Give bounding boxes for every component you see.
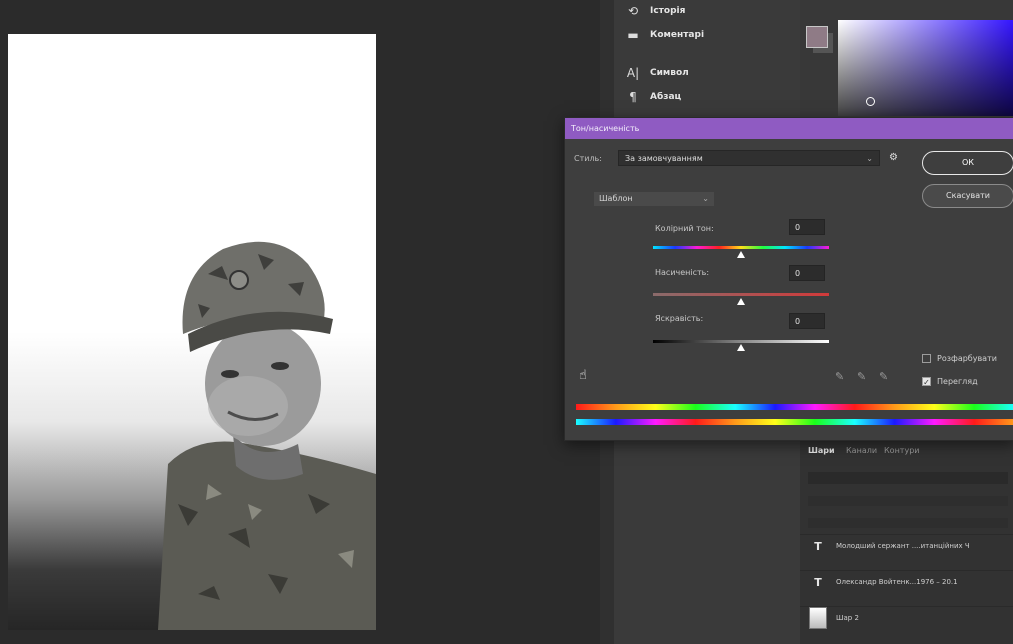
dialog-title[interactable]: Тон/насиченість xyxy=(565,118,1013,139)
layer-row[interactable]: T Молодший сержант ....итанційних Ч xyxy=(800,534,1013,557)
saturation-slider-thumb[interactable] xyxy=(737,298,745,305)
tab-channels[interactable]: Канали xyxy=(846,446,877,455)
preset-label: Стиль: xyxy=(574,154,602,163)
hue-label: Колірний тон: xyxy=(655,224,714,233)
channel-value: Шаблон xyxy=(599,194,633,203)
lightness-slider-track[interactable] xyxy=(653,340,829,343)
gear-icon[interactable]: ⚙ xyxy=(889,152,898,163)
layer-row[interactable]: T Олександр Войтенк...1976 – 20.1 xyxy=(800,570,1013,593)
color-picker-ring[interactable] xyxy=(866,97,875,106)
hue-value-input[interactable]: 0 xyxy=(789,219,825,235)
saturation-label: Насиченість: xyxy=(655,268,710,277)
layer-thumbnail xyxy=(800,607,836,629)
panel-item-paragraph[interactable]: ¶ Абзац xyxy=(626,90,681,104)
output-color-ramp xyxy=(576,419,1013,425)
panel-item-comments[interactable]: ▬ Коментарі xyxy=(626,28,704,42)
document-canvas[interactable] xyxy=(8,34,376,630)
saturation-slider-track[interactable] xyxy=(653,293,829,296)
eyedropper-icon[interactable]: ✎ xyxy=(835,370,844,383)
portrait-photo xyxy=(158,241,376,630)
lightness-label: Яскравість: xyxy=(655,314,704,323)
hue-slider-thumb[interactable] xyxy=(737,251,745,258)
lightness-value-input[interactable]: 0 xyxy=(789,313,825,329)
preset-value: За замовчуванням xyxy=(625,154,703,163)
comment-icon: ▬ xyxy=(627,28,639,42)
lightness-slider-thumb[interactable] xyxy=(737,344,745,351)
preview-checkbox[interactable] xyxy=(922,377,931,386)
layer-name: Олександр Войтенк...1976 – 20.1 xyxy=(836,578,958,586)
blend-mode-row[interactable] xyxy=(808,496,1008,506)
chevron-down-icon: ⌄ xyxy=(702,194,709,203)
colorize-checkbox[interactable] xyxy=(922,354,931,363)
eyedropper-minus-icon[interactable]: ✎ xyxy=(879,370,888,383)
preview-label: Перегляд xyxy=(937,377,978,386)
panel-item-label: Символ xyxy=(650,68,689,78)
history-icon: ⟲ xyxy=(627,4,639,18)
layer-name: Шар 2 xyxy=(836,614,859,622)
panel-item-label: Абзац xyxy=(650,92,682,102)
character-icon: A| xyxy=(626,66,640,80)
saturation-value-input[interactable]: 0 xyxy=(789,265,825,281)
hue-slider-track[interactable] xyxy=(653,246,829,249)
layer-filter-bar[interactable] xyxy=(808,472,1008,484)
targeted-adjustment-hand-icon[interactable]: ☝ xyxy=(579,368,587,383)
text-layer-icon: T xyxy=(814,539,822,553)
ok-button[interactable]: ОК xyxy=(922,151,1013,175)
lock-row[interactable] xyxy=(808,518,1008,528)
preview-checkbox-row[interactable]: Перегляд xyxy=(922,377,978,386)
panel-item-label: Коментарі xyxy=(650,30,705,40)
layer-name: Молодший сержант ....итанційних Ч xyxy=(836,542,970,550)
hue-saturation-dialog: Тон/насиченість Стиль: За замовчуванням … xyxy=(564,117,1013,441)
text-layer-icon: T xyxy=(814,575,822,589)
panel-item-character[interactable]: A| Символ xyxy=(626,66,689,80)
layer-row[interactable]: Шар 2 xyxy=(800,606,1013,629)
tab-layers[interactable]: Шари xyxy=(808,446,835,455)
paragraph-icon: ¶ xyxy=(629,90,637,104)
eyedropper-plus-icon[interactable]: ✎ xyxy=(857,370,866,383)
chevron-down-icon: ⌄ xyxy=(866,154,873,163)
panel-item-label: Історія xyxy=(650,6,686,16)
preset-select[interactable]: За замовчуванням ⌄ xyxy=(618,150,880,166)
cancel-button[interactable]: Скасувати xyxy=(922,184,1013,208)
foreground-color-swatch[interactable] xyxy=(806,26,828,48)
colorize-label: Розфарбувати xyxy=(937,354,997,363)
layers-panel: Шари Канали Контури T Молодший сержант .… xyxy=(800,438,1013,644)
colorize-checkbox-row[interactable]: Розфарбувати xyxy=(922,354,997,363)
channel-select[interactable]: Шаблон ⌄ xyxy=(594,192,714,206)
input-color-ramp xyxy=(576,404,1013,410)
color-picker-field[interactable] xyxy=(838,20,1013,116)
panel-item-history[interactable]: ⟲ Історія xyxy=(626,4,685,18)
tab-paths[interactable]: Контури xyxy=(884,446,919,455)
